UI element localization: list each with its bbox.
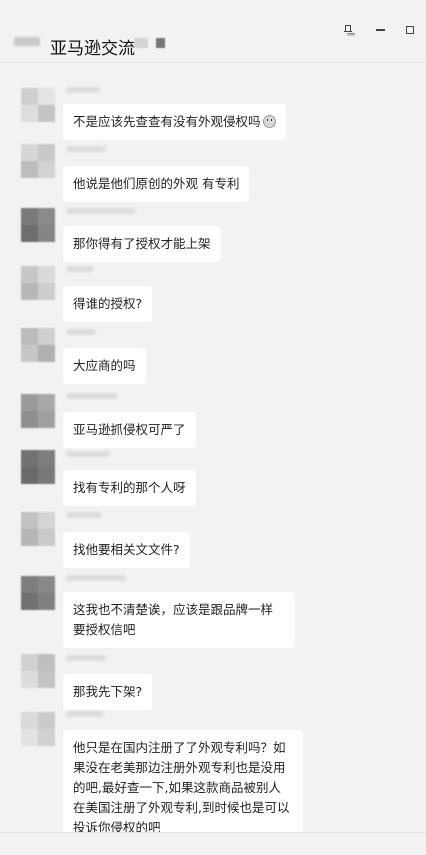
sender-name [66,393,118,399]
avatar[interactable] [21,512,55,546]
avatar[interactable] [21,208,55,242]
avatar[interactable] [21,576,55,610]
message-bubble[interactable]: 那你得有了授权才能上架 [63,226,221,262]
avatar[interactable] [21,266,55,300]
title-redaction [156,38,165,48]
message-bubble[interactable]: 找有专利的那个人呀 [63,470,196,506]
title-redaction [14,37,40,46]
sender-name [66,266,94,272]
message-bubble[interactable]: 找他要相关文文件? [63,532,190,568]
sender-name [66,655,106,661]
message-text: 大应商的吗 [73,358,136,373]
sender-name [66,451,110,457]
sender-name [66,87,100,93]
message-text: 他只是在国内注册了了外观专利吗？如果没在老美那边注册外观专利也是没用的吧,最好查… [73,740,290,835]
message-text: 那你得有了授权才能上架 [73,236,211,251]
smile-emoji-icon [262,115,276,128]
maximize-icon [406,26,414,34]
avatar[interactable] [21,654,55,688]
title-redaction [134,38,148,48]
message-bubble[interactable]: 不是应该先查查有没有外观侵权吗 [63,104,286,140]
avatar[interactable] [21,328,55,362]
sender-name [66,208,136,214]
minimize-button[interactable] [370,22,390,38]
avatar[interactable] [21,394,55,428]
avatar[interactable] [21,712,55,746]
avatar[interactable] [21,450,55,484]
message-composer[interactable] [0,832,426,855]
pin-icon [344,24,352,36]
message-bubble[interactable]: 大应商的吗 [63,348,146,384]
message-text: 找他要相关文文件? [73,542,180,557]
message-text: 不是应该先查查有没有外观侵权吗 [73,114,261,129]
message-text: 找有专利的那个人呀 [73,480,186,495]
message-text: 得谁的授权? [73,296,143,311]
sender-name [66,329,96,335]
maximize-button[interactable] [400,22,420,38]
avatar[interactable] [21,88,55,122]
sender-name [66,575,126,581]
pin-button[interactable] [338,22,358,38]
minimize-icon [375,29,385,31]
sender-name [66,711,104,717]
avatar[interactable] [21,144,55,178]
message-text: 这我也不清楚诶，应该是跟品牌一样要授权信吧 [73,602,274,637]
chat-title: 亚马逊交流 [50,39,135,59]
message-bubble[interactable]: 他说是他们原创的外观 有专利 [63,166,250,202]
message-text: 他说是他们原创的外观 有专利 [73,176,240,191]
message-bubble[interactable]: 那我先下架? [63,674,153,710]
message-bubble[interactable]: 得谁的授权? [63,286,153,322]
title-bar: 亚马逊交流 [0,0,426,63]
message-bubble[interactable]: 他只是在国内注册了了外观专利吗？如果没在老美那边注册外观专利也是没用的吧,最好查… [63,730,303,846]
message-text: 亚马逊抓侵权可严了 [73,422,186,437]
sender-name [66,512,102,518]
message-bubble[interactable]: 这我也不清楚诶，应该是跟品牌一样要授权信吧 [63,592,295,648]
message-list[interactable]: 不是应该先查查有没有外观侵权吗 他说是他们原创的外观 有专利 那你得有了授权才能… [0,62,426,846]
message-text: 那我先下架? [73,684,143,699]
message-bubble[interactable]: 亚马逊抓侵权可严了 [63,412,196,448]
sender-name [66,146,106,152]
